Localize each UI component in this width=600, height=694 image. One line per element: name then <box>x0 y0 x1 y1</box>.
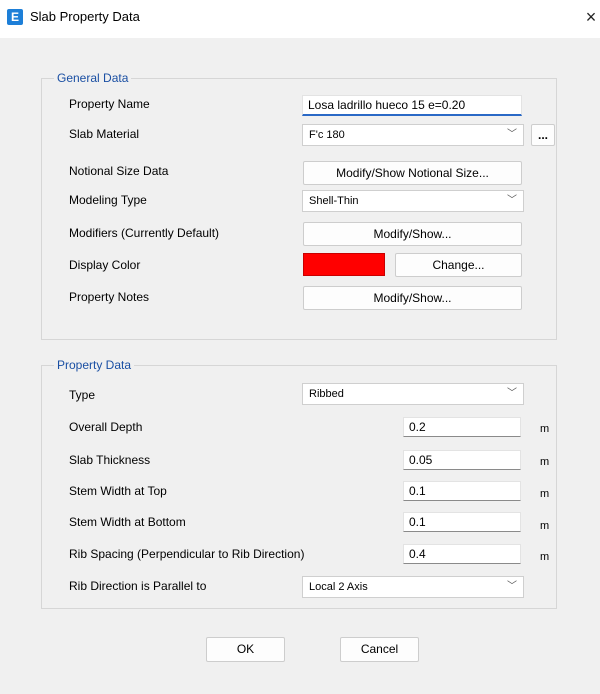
overall-depth-unit: m <box>540 423 550 435</box>
rib-spacing-label: Rib Spacing (Perpendicular to Rib Direct… <box>69 547 305 561</box>
modifiers-button[interactable]: Modify/Show... <box>303 222 522 246</box>
slab-thickness-unit: m <box>540 456 550 468</box>
rib-direction-value: Local 2 Axis <box>309 581 368 593</box>
modeling-type-label: Modeling Type <box>69 193 147 207</box>
close-icon[interactable]: × <box>582 6 600 28</box>
type-select[interactable]: Ribbed ﹀ <box>302 383 524 405</box>
ok-button[interactable]: OK <box>206 637 285 662</box>
slab-thickness-input[interactable]: 0.05 <box>403 450 521 470</box>
chevron-down-icon: ﹀ <box>507 195 517 206</box>
slab-material-value: F'c 180 <box>309 129 345 141</box>
title-bar: E Slab Property Data × <box>0 0 600 38</box>
stem-width-top-label: Stem Width at Top <box>69 484 167 498</box>
etabs-app-icon: E <box>7 9 23 25</box>
modeling-type-select[interactable]: Shell-Thin ﹀ <box>302 190 524 212</box>
property-name-label: Property Name <box>69 97 150 111</box>
slab-material-label: Slab Material <box>69 127 140 141</box>
type-label: Type <box>69 388 96 402</box>
overall-depth-input[interactable]: 0.2 <box>403 417 521 437</box>
display-color-label: Display Color <box>69 258 141 272</box>
chevron-down-icon: ﹀ <box>507 129 517 140</box>
modeling-type-value: Shell-Thin <box>309 195 359 207</box>
stem-width-bottom-unit: m <box>540 520 550 532</box>
chevron-down-icon: ﹀ <box>507 581 517 592</box>
slab-material-select[interactable]: F'c 180 ﹀ <box>302 124 524 146</box>
rib-direction-label: Rib Direction is Parallel to <box>69 579 207 593</box>
stem-width-top-unit: m <box>540 488 550 500</box>
stem-width-bottom-label: Stem Width at Bottom <box>69 515 186 529</box>
chevron-down-icon: ﹀ <box>507 388 517 399</box>
property-notes-label: Property Notes <box>69 290 150 304</box>
notional-size-button[interactable]: Modify/Show Notional Size... <box>303 161 522 185</box>
modifiers-label: Modifiers (Currently Default) <box>69 226 220 240</box>
slab-material-more-button[interactable]: ... <box>531 124 555 146</box>
dialog-body: General Data Property Name Losa ladrillo… <box>0 38 600 694</box>
notional-size-label: Notional Size Data <box>69 164 169 178</box>
cancel-button[interactable]: Cancel <box>340 637 419 662</box>
rib-spacing-input[interactable]: 0.4 <box>403 544 521 564</box>
rib-direction-select[interactable]: Local 2 Axis ﹀ <box>302 576 524 598</box>
change-color-button[interactable]: Change... <box>395 253 522 277</box>
rib-spacing-unit: m <box>540 551 550 563</box>
property-data-legend: Property Data <box>54 358 135 372</box>
property-name-input[interactable]: Losa ladrillo hueco 15 e=0.20 <box>302 95 522 116</box>
stem-width-bottom-input[interactable]: 0.1 <box>403 512 521 532</box>
property-notes-button[interactable]: Modify/Show... <box>303 286 522 310</box>
slab-thickness-label: Slab Thickness <box>69 453 151 467</box>
stem-width-top-input[interactable]: 0.1 <box>403 481 521 501</box>
display-color-swatch[interactable] <box>303 253 385 276</box>
overall-depth-label: Overall Depth <box>69 420 143 434</box>
general-data-legend: General Data <box>54 71 132 85</box>
window-title: Slab Property Data <box>30 9 140 24</box>
type-value: Ribbed <box>309 388 344 400</box>
